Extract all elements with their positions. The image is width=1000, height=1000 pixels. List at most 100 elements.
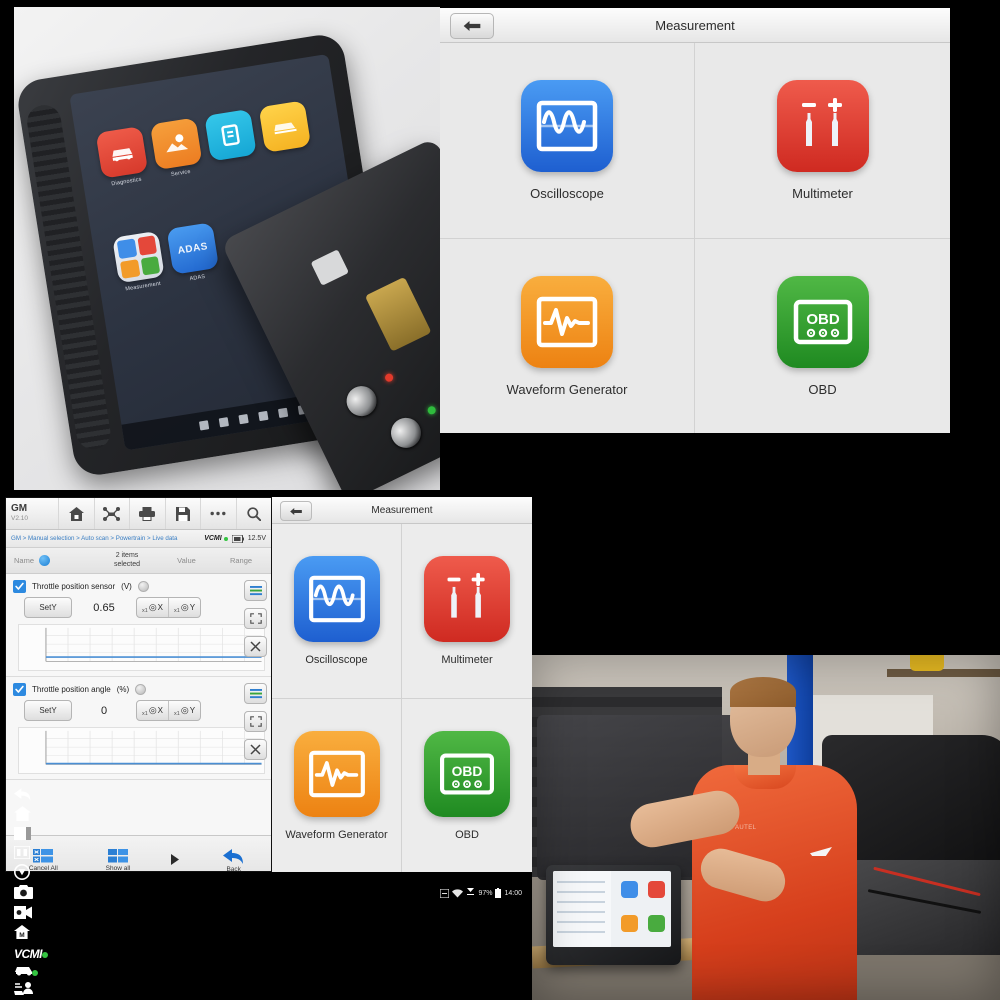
- app-icon-three[interactable]: [204, 108, 257, 162]
- svg-text:M: M: [19, 932, 24, 939]
- vehicle-brand-block: GM V2.10: [6, 504, 58, 523]
- measurement-header-top: Measurement: [440, 8, 950, 43]
- zoom-y-button[interactable]: x1 ◎ Y: [169, 598, 200, 617]
- app-icon-service[interactable]: Service: [149, 117, 203, 178]
- app-icon-four[interactable]: [258, 100, 312, 153]
- tile-oscilloscope-bottom[interactable]: Oscilloscope: [272, 524, 402, 699]
- graph-lines-button[interactable]: [244, 683, 267, 704]
- set-y-button[interactable]: SetY: [24, 700, 72, 721]
- check-icon: [15, 582, 24, 590]
- show-all-button[interactable]: Show all: [81, 849, 156, 871]
- zoom-x-multiplier: x1: [142, 608, 148, 614]
- vcmi-icon[interactable]: VCMI: [14, 945, 49, 963]
- tile-obd-top[interactable]: OBD OBD: [695, 239, 950, 434]
- tile-label-obd-bottom: OBD: [455, 828, 479, 841]
- app-icon-adas[interactable]: ADAS ADAS: [166, 222, 220, 282]
- graph-lines-button[interactable]: [244, 580, 267, 601]
- param-info-icon[interactable]: [137, 581, 149, 592]
- tile-waveform-generator-top[interactable]: Waveform Generator: [440, 238, 695, 433]
- lines-icon: [249, 585, 262, 595]
- vehicle-icon[interactable]: [14, 963, 48, 981]
- app-label-service: Service: [170, 168, 192, 178]
- vcmi-label-bottom: VCMI: [14, 946, 43, 961]
- remote-support-icon[interactable]: [14, 981, 48, 1000]
- software-version: V2.10: [11, 515, 28, 523]
- zoom-y-button[interactable]: x1 ◎ Y: [169, 701, 200, 720]
- column-value: Value: [177, 556, 196, 565]
- back-button[interactable]: Back: [196, 848, 271, 871]
- param-unit: (V): [121, 582, 132, 591]
- voltage-reading: 12.5V: [247, 535, 266, 542]
- technician-photo: AUTEL: [532, 655, 1000, 1000]
- zoom-y-multiplier: x1: [174, 608, 180, 614]
- param-row: Throttle position angle (%) SetY 0 x1 ◎ …: [6, 677, 271, 780]
- tile-obd-bottom[interactable]: OBD OBD: [402, 699, 532, 873]
- multimeter-icon: [424, 555, 510, 642]
- live-data-toolbar: GM V2.10: [6, 498, 271, 530]
- magnifier-icon: ◎: [148, 705, 157, 715]
- show-all-icon: [107, 849, 128, 863]
- tablet-nav-icon[interactable]: [257, 410, 268, 421]
- zoom-x-multiplier: x1: [142, 711, 148, 717]
- close-button[interactable]: [244, 739, 267, 760]
- clock-bottom: 14:00: [504, 889, 522, 897]
- measurement-panel-bottom: Measurement Oscilloscope Multimeter Wave…: [272, 497, 532, 872]
- chart-svg: [45, 730, 262, 765]
- param-chart[interactable]: [18, 727, 265, 774]
- tile-multimeter-top[interactable]: Multimeter: [695, 43, 950, 239]
- tile-label-multimeter-top: Multimeter: [792, 185, 853, 201]
- tablet-nav-icon[interactable]: [277, 407, 288, 418]
- more-button[interactable]: [200, 498, 236, 529]
- recents-icon[interactable]: [14, 826, 48, 846]
- param-checkbox[interactable]: [13, 580, 26, 593]
- browser-icon[interactable]: [14, 863, 48, 885]
- tile-label-obd-top: OBD: [808, 381, 837, 397]
- app-icon-diagnostics[interactable]: Diagnostics: [95, 126, 149, 187]
- print-button[interactable]: [129, 498, 165, 529]
- back-icon[interactable]: [14, 787, 48, 806]
- expand-button[interactable]: [244, 608, 267, 629]
- camera-icon[interactable]: [14, 884, 48, 905]
- param-row: Throttle position sensor (V) SetY 0.65 x…: [6, 574, 271, 677]
- tile-multimeter-bottom[interactable]: Multimeter: [402, 524, 532, 699]
- column-range: Range: [229, 556, 253, 565]
- save-button[interactable]: [164, 498, 201, 529]
- set-y-button[interactable]: SetY: [24, 597, 72, 618]
- info-icon[interactable]: [39, 555, 51, 566]
- next-button[interactable]: [155, 854, 196, 867]
- split-screen-icon[interactable]: [13, 844, 48, 864]
- lines-icon: [249, 688, 262, 698]
- home-button[interactable]: [58, 498, 94, 529]
- zoom-controls: x1 ◎ X x1 ◎ Y: [136, 700, 202, 721]
- back-button-bottom[interactable]: [280, 501, 312, 521]
- screen-record-icon[interactable]: [14, 905, 48, 925]
- chart-svg: [45, 627, 262, 662]
- battery-icon: [231, 534, 244, 543]
- zoom-x-button[interactable]: x1 ◎ X: [137, 598, 170, 617]
- db-connector: [364, 276, 432, 352]
- mini-oscilloscope-icon: [116, 238, 137, 259]
- tile-waveform-generator-bottom[interactable]: Waveform Generator: [272, 698, 402, 872]
- measurement-mini-grid: [112, 231, 165, 284]
- tile-oscilloscope-top[interactable]: Oscilloscope: [440, 43, 695, 239]
- param-checkbox[interactable]: [13, 683, 26, 696]
- home-m-icon[interactable]: M: [14, 924, 48, 945]
- param-info-icon[interactable]: [135, 684, 147, 695]
- close-button[interactable]: [244, 636, 267, 657]
- tablet-nav-icon[interactable]: [218, 416, 229, 427]
- param-chart[interactable]: [18, 624, 265, 671]
- expand-button[interactable]: [244, 711, 267, 732]
- tablet-nav-icon[interactable]: [237, 413, 249, 424]
- product-photo: Diagnostics Service Measurement ADAS ADA…: [14, 7, 440, 490]
- tablet-app-row-2: Measurement ADAS ADAS: [112, 222, 220, 292]
- back-button-top[interactable]: [450, 13, 494, 39]
- zoom-x-button[interactable]: x1 ◎ X: [137, 701, 170, 720]
- app-icon-measurement[interactable]: Measurement: [112, 230, 165, 292]
- search-button[interactable]: [235, 498, 272, 529]
- vehicle-network-button[interactable]: [93, 498, 130, 529]
- screenshot-collage: Diagnostics Service Measurement ADAS ADA…: [0, 0, 1000, 1000]
- vehicle-network-icon: [103, 506, 121, 521]
- tablet-nav-icon[interactable]: [198, 419, 209, 431]
- param-unit: (%): [116, 685, 130, 694]
- home-icon[interactable]: [14, 805, 48, 826]
